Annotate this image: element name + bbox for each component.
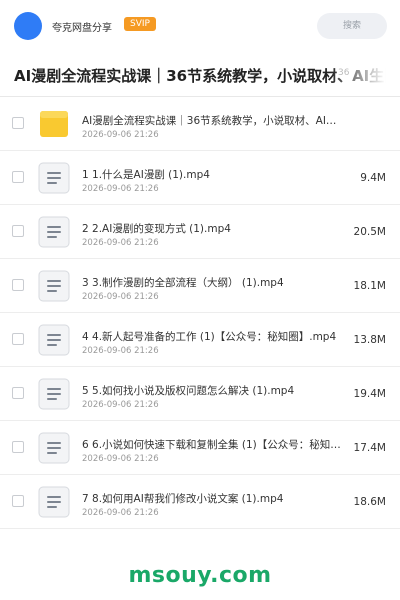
file-name: 6 6.小说如何快速下载和复制全集 (1)【公众号：秘知圈】.mp4 bbox=[82, 439, 344, 451]
row-checkbox[interactable] bbox=[12, 117, 24, 129]
row-checkbox[interactable] bbox=[12, 279, 24, 291]
folder-row[interactable]: AI漫剧全流程实战课｜36节系统教学，小说取材、AI生图生视频、剪辑包装全流程实… bbox=[0, 97, 400, 151]
file-date: 2026-09-06 21:26 bbox=[82, 130, 159, 140]
file-size: 18.6M bbox=[353, 496, 386, 508]
row-checkbox[interactable] bbox=[12, 225, 24, 237]
file-size: 9.4M bbox=[360, 172, 386, 184]
file-size: 18.1M bbox=[353, 280, 386, 292]
search-input[interactable]: 搜索 bbox=[317, 13, 387, 39]
document-file-icon bbox=[37, 377, 71, 411]
file-date: 2026-09-06 21:26 bbox=[82, 238, 159, 248]
file-size: 19.4M bbox=[353, 388, 386, 400]
file-name: 5 5.如何找小说及版权问题怎么解决 (1).mp4 bbox=[82, 385, 295, 397]
file-row[interactable]: 3 3.制作漫剧的全部流程（大纲） (1).mp4 2026-09-06 21:2… bbox=[0, 259, 400, 313]
share-title-bar: AI漫剧全流程实战课｜36节系统教学，小说取材、AI生图生视频、剪辑包装全流程实… bbox=[0, 56, 400, 96]
row-checkbox[interactable] bbox=[12, 171, 24, 183]
file-date: 2026-09-06 21:26 bbox=[82, 454, 159, 464]
document-file-icon bbox=[37, 269, 71, 303]
row-checkbox[interactable] bbox=[12, 495, 24, 507]
file-row[interactable]: 6 6.小说如何快速下载和复制全集 (1)【公众号：秘知圈】.mp4 2026-0… bbox=[0, 421, 400, 475]
user-name: 夸克网盘分享 bbox=[52, 23, 112, 34]
row-checkbox[interactable] bbox=[12, 387, 24, 399]
document-file-icon bbox=[37, 431, 71, 465]
file-date: 2026-09-06 21:26 bbox=[82, 184, 159, 194]
file-row[interactable]: 4 4.新人起号准备的工作 (1)【公众号：秘知圈】.mp4 2026-09-06… bbox=[0, 313, 400, 367]
document-file-icon bbox=[37, 485, 71, 519]
document-file-icon bbox=[37, 323, 71, 357]
file-row[interactable]: 5 5.如何找小说及版权问题怎么解决 (1).mp4 2026-09-06 21:… bbox=[0, 367, 400, 421]
header: 夸克网盘分享 SVIP 搜索 bbox=[0, 0, 400, 52]
file-name: AI漫剧全流程实战课｜36节系统教学，小说取材、AI生图生视频、剪辑包装全流程实… bbox=[82, 115, 344, 127]
file-row[interactable]: 7 8.如何用AI帮我们修改小说文案 (1).mp4 2026-09-06 21:… bbox=[0, 475, 400, 529]
file-size: 20.5M bbox=[353, 226, 386, 238]
folder-icon bbox=[37, 107, 71, 141]
file-count-hint: 36 bbox=[338, 68, 350, 78]
watermark: msouy.com bbox=[128, 563, 272, 588]
file-name: 4 4.新人起号准备的工作 (1)【公众号：秘知圈】.mp4 bbox=[82, 331, 337, 343]
document-file-icon bbox=[37, 215, 71, 249]
file-date: 2026-09-06 21:26 bbox=[82, 508, 159, 518]
file-date: 2026-09-06 21:26 bbox=[82, 400, 159, 410]
file-list: AI漫剧全流程实战课｜36节系统教学，小说取材、AI生图生视频、剪辑包装全流程实… bbox=[0, 97, 400, 529]
file-name: 1 1.什么是AI漫剧 (1).mp4 bbox=[82, 169, 210, 181]
file-date: 2026-09-06 21:26 bbox=[82, 346, 159, 356]
file-date: 2026-09-06 21:26 bbox=[82, 292, 159, 302]
avatar[interactable] bbox=[14, 12, 42, 40]
file-row[interactable]: 1 1.什么是AI漫剧 (1).mp4 2026-09-06 21:26 9.4M bbox=[0, 151, 400, 205]
row-checkbox[interactable] bbox=[12, 333, 24, 345]
svip-badge: SVIP bbox=[124, 17, 156, 31]
file-row[interactable]: 2 2.AI漫剧的变现方式 (1).mp4 2026-09-06 21:26 20.… bbox=[0, 205, 400, 259]
file-size: 13.8M bbox=[353, 334, 386, 346]
document-file-icon bbox=[37, 161, 71, 195]
file-name: 7 8.如何用AI帮我们修改小说文案 (1).mp4 bbox=[82, 493, 284, 505]
row-checkbox[interactable] bbox=[12, 441, 24, 453]
file-size: 17.4M bbox=[353, 442, 386, 454]
file-name: 2 2.AI漫剧的变现方式 (1).mp4 bbox=[82, 223, 231, 235]
file-name: 3 3.制作漫剧的全部流程（大纲） (1).mp4 bbox=[82, 277, 284, 289]
